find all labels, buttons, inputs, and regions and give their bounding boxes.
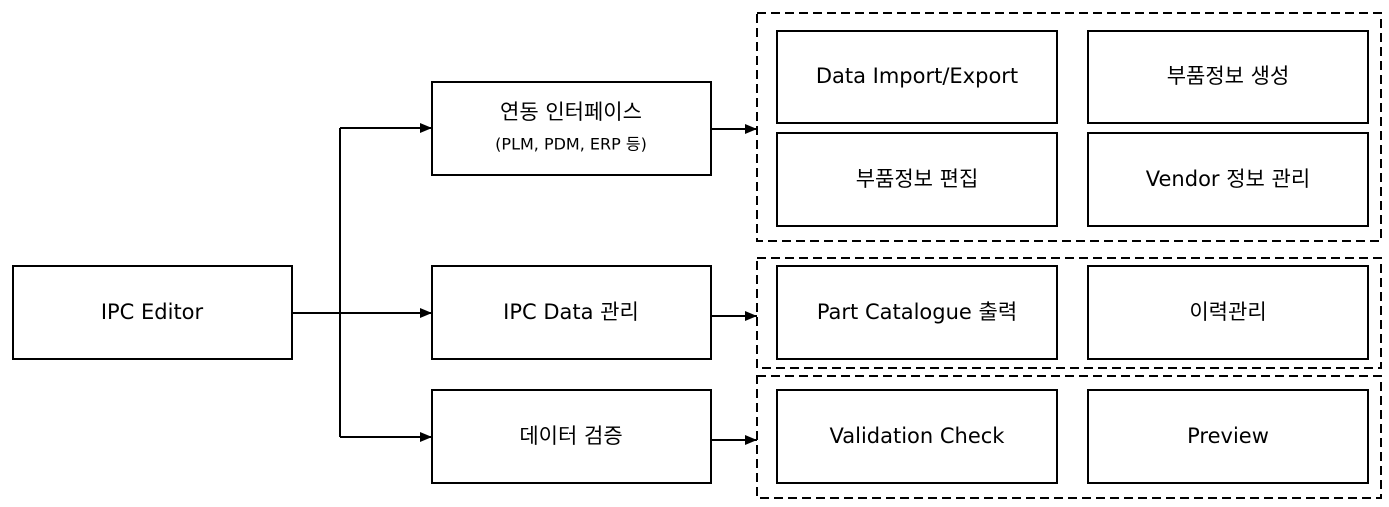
module-label: IPC Data 관리 [503,300,639,324]
module-node-3: 데이터 검증 [431,389,712,484]
root-node: IPC Editor [12,265,293,360]
ipc-editor-diagram: IPC Editor 연동 인터페이스 (PLM, PDM, ERP 등) IP… [12,12,1382,499]
function-group-1: Data Import/Export 부품정보 생성 부품정보 편집 Vendo… [756,12,1382,242]
function-label: Validation Check [830,424,1006,448]
module-node-1: 연동 인터페이스 (PLM, PDM, ERP 등) [431,81,712,176]
module-label: 연동 인터페이스 [500,100,642,124]
function-label: Part Catalogue 출력 [817,300,1017,324]
function-group-3: Validation Check Preview [756,375,1382,499]
function-label: 이력관리 [1189,300,1266,324]
function-label: Vendor 정보 관리 [1146,167,1310,191]
function-label: Data Import/Export [816,64,1018,88]
function-group-2: Part Catalogue 출력 이력관리 [756,257,1382,369]
root-label: IPC Editor [101,300,204,324]
module-label: 데이터 검증 [519,424,622,448]
function-label: Preview [1187,424,1269,448]
function-label: 부품정보 생성 [1167,64,1290,88]
function-label: 부품정보 편집 [856,167,979,191]
module-node-2: IPC Data 관리 [431,265,712,360]
module-sublabel: (PLM, PDM, ERP 등) [495,135,647,154]
